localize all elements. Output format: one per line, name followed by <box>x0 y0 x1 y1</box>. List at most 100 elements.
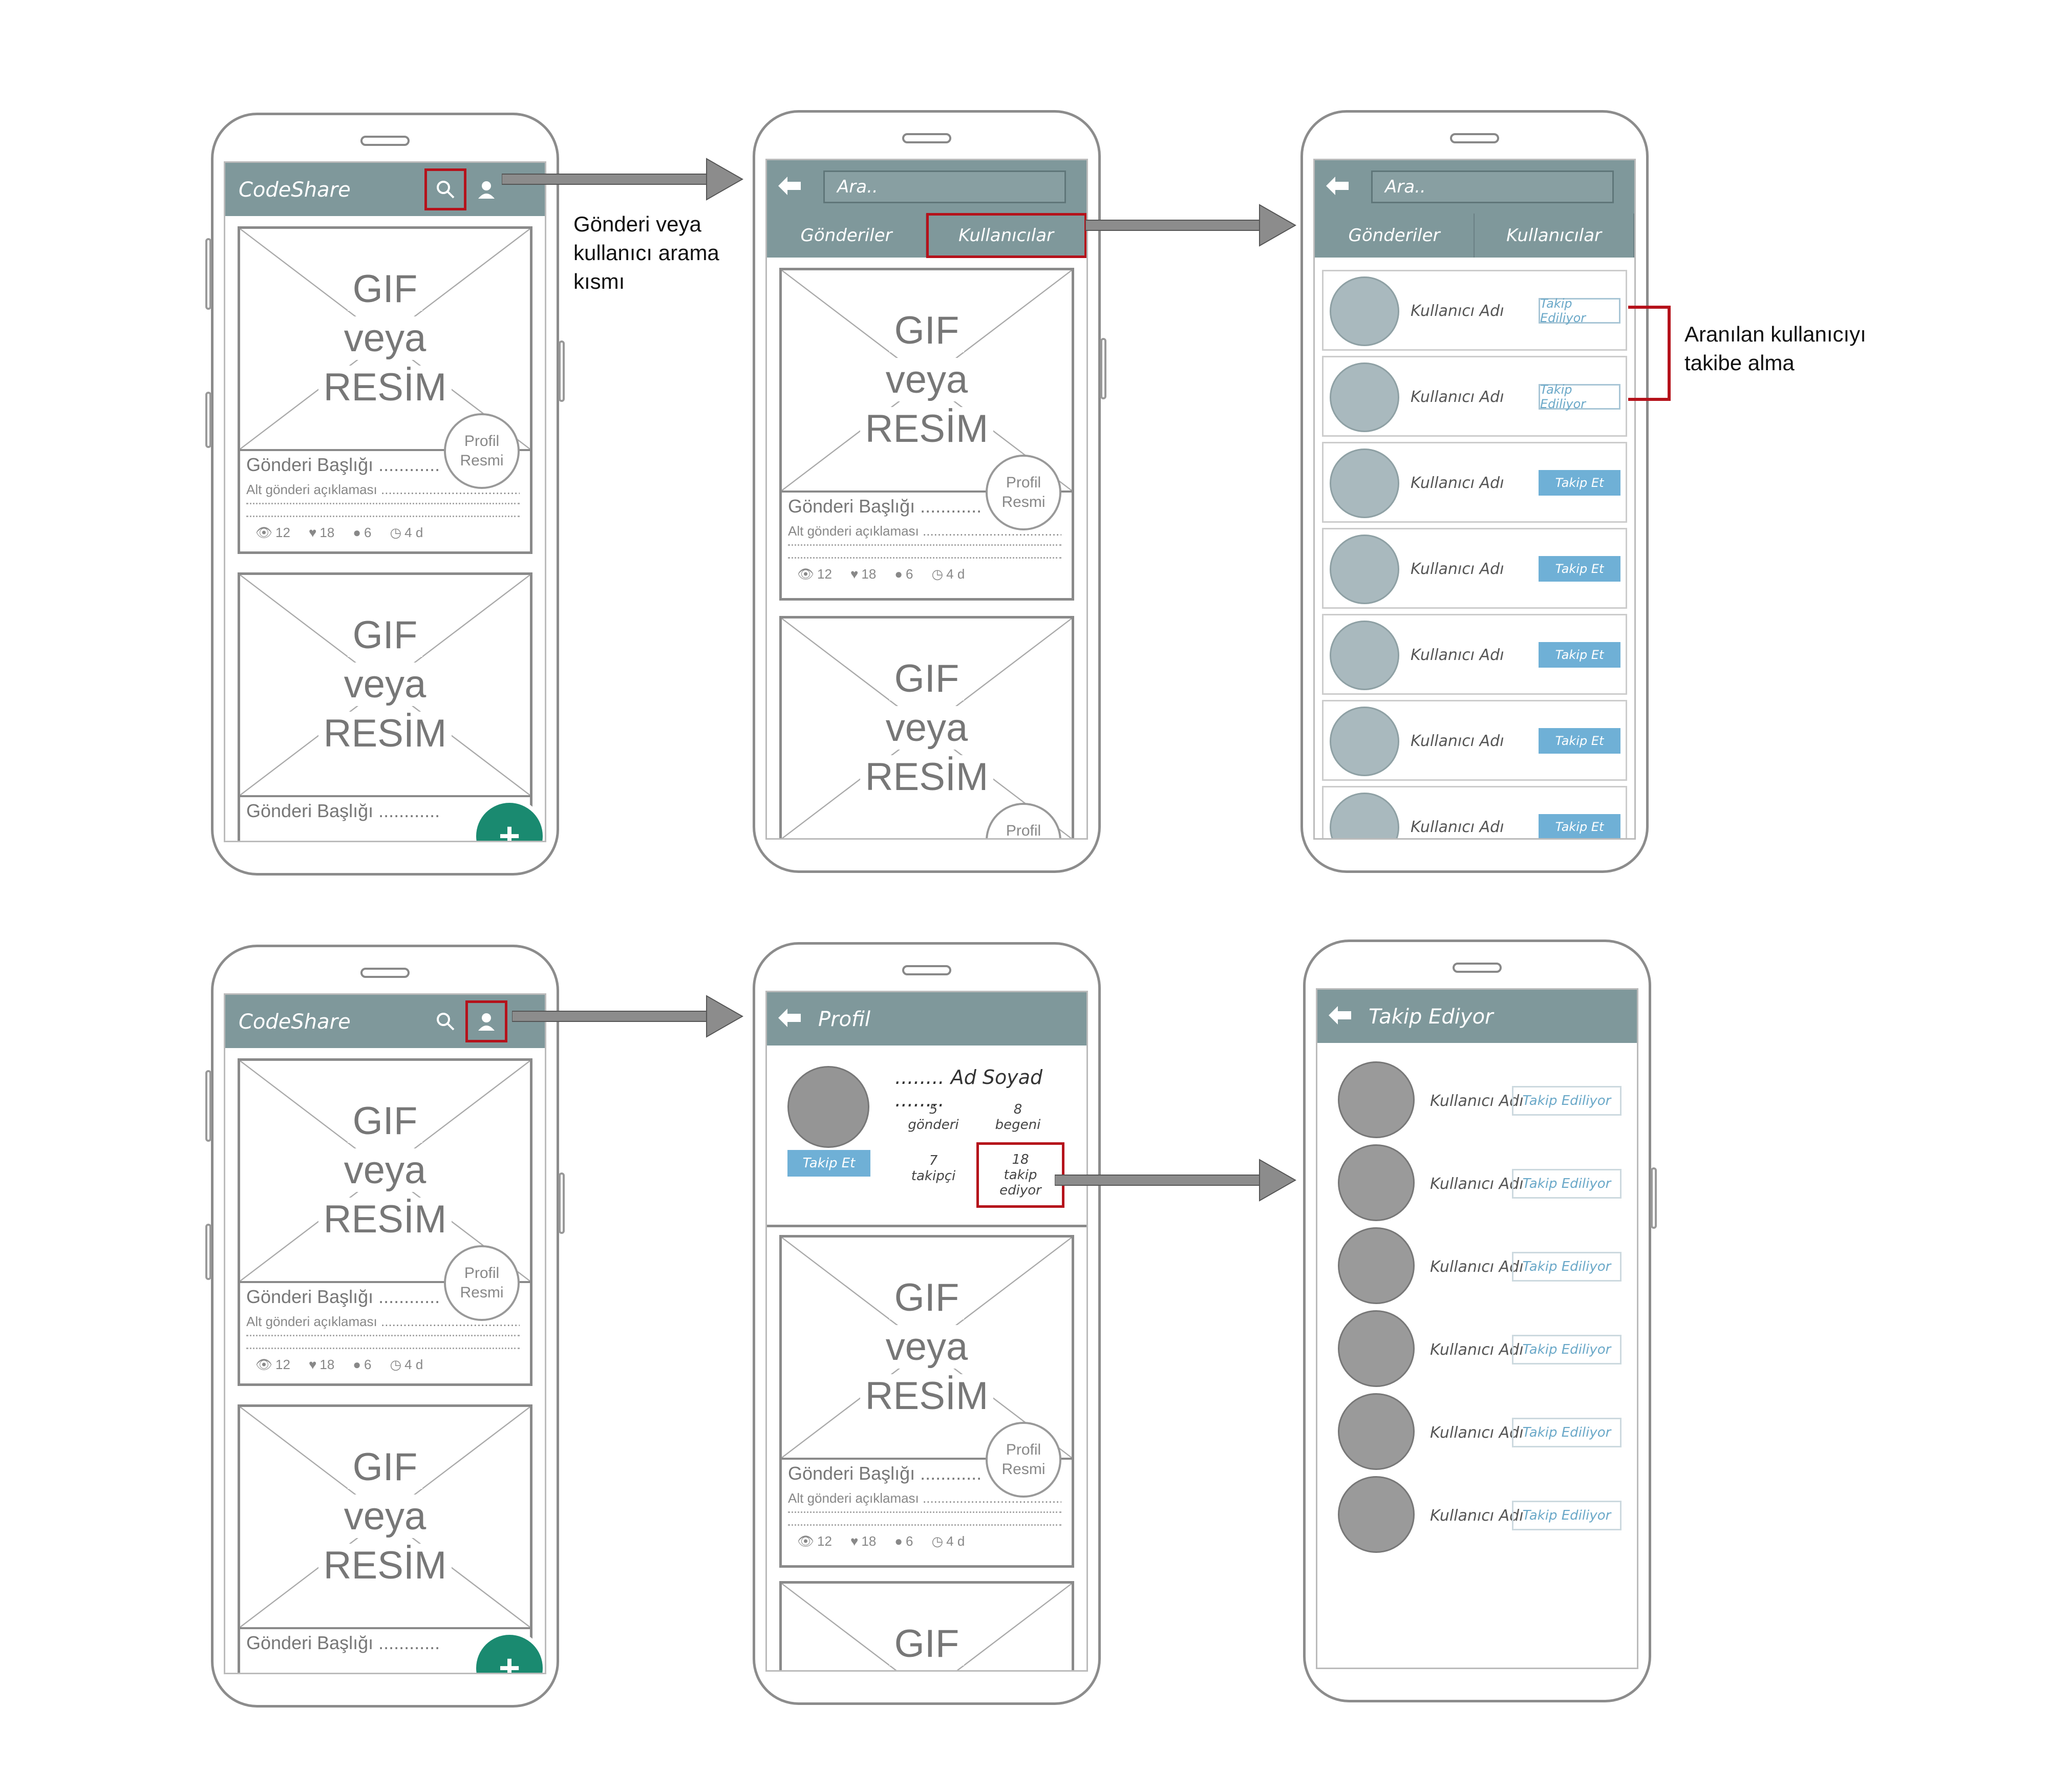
heart-icon[interactable]: ♥ <box>850 566 858 582</box>
screen: Takip Ediyor Kullanıcı Adı Takip Ediliyor… <box>1316 988 1638 1669</box>
post-card[interactable]: GIF veya RESİM Gönderi Başlığı ...........… <box>238 1404 532 1673</box>
phone-speaker <box>1450 133 1499 143</box>
post-title: Gönderi Başlığı ............ <box>246 1286 440 1307</box>
follow-button[interactable]: Takip Et <box>1539 470 1620 496</box>
comment-icon[interactable]: ● <box>353 525 361 541</box>
comment-icon[interactable]: ● <box>894 1533 903 1549</box>
app-bar: CodeShare <box>225 163 545 216</box>
post-card[interactable]: GIF veya RESİM Profil Resmi Gönderi Başlığı… <box>238 1058 532 1386</box>
follow-button[interactable]: Takip Et <box>1539 642 1620 668</box>
following-row[interactable]: Kullanıcı Adı Takip Ediliyor <box>1328 1305 1627 1387</box>
media-label: GIF <box>782 1619 1072 1669</box>
following-row[interactable]: Kullanıcı Adı Takip Ediliyor <box>1328 1471 1627 1553</box>
back-arrow-icon[interactable] <box>1329 1005 1351 1026</box>
profile-button[interactable] <box>465 1000 507 1042</box>
user-row[interactable]: Kullanıcı Adı Takip Et <box>1322 442 1627 523</box>
following-button[interactable]: Takip Ediliyor <box>1512 1086 1622 1116</box>
post-card[interactable]: GIF veya RESİM Gönderi Başlığı ...........… <box>238 572 532 841</box>
tab-posts[interactable]: Gönderiler <box>767 214 927 258</box>
screen: CodeShare GIF veya RESİM Profil Resmi Gönde… <box>224 161 546 842</box>
user-avatar[interactable] <box>1330 621 1399 690</box>
back-arrow-icon[interactable] <box>778 176 801 196</box>
heart-icon[interactable]: ♥ <box>850 1533 858 1549</box>
heart-icon[interactable]: ♥ <box>309 1357 316 1373</box>
user-avatar[interactable] <box>1338 1393 1415 1470</box>
search-button[interactable] <box>424 168 466 210</box>
phone-search-posts: Ara.. Gönderiler Kullanıcılar GIF veya RES… <box>753 110 1106 873</box>
user-avatar[interactable] <box>1330 449 1399 518</box>
following-button[interactable]: Takip Ediliyor <box>1539 382 1620 411</box>
likes-count: 18 <box>319 525 335 540</box>
post-card[interactable]: GIF <box>779 1581 1074 1670</box>
following-button[interactable]: Takip Ediliyor <box>1512 1169 1622 1199</box>
heart-icon[interactable]: ♥ <box>309 525 316 541</box>
post-card[interactable]: GIFveyaRESİM ProfilResmi <box>779 616 1074 838</box>
stat-following[interactable]: 18 takip ediyor <box>976 1142 1064 1208</box>
following-button[interactable]: Takip Ediliyor <box>1512 1252 1622 1282</box>
post-card[interactable]: GIF veya RESİM Profil Resmi Gönderi Başlığı… <box>238 226 532 554</box>
user-avatar[interactable] <box>1338 1310 1415 1387</box>
user-name: Kullanıcı Adı <box>1411 818 1504 836</box>
back-arrow-icon[interactable] <box>1326 176 1349 196</box>
post-card[interactable]: GIF veya RESİM Profil Resmi Gönderi Başlığı… <box>779 1235 1074 1568</box>
following-button[interactable]: Takip Ediliyor <box>1512 1501 1622 1530</box>
user-row[interactable]: Kullanıcı Adı Takip Ediliyor <box>1322 270 1627 351</box>
following-row[interactable]: Kullanıcı Adı Takip Ediliyor <box>1328 1056 1627 1138</box>
flow-arrow <box>512 995 744 1038</box>
post-description: Alt gönderi açıklaması .................… <box>246 1314 520 1336</box>
user-row[interactable]: Kullanıcı Adı Takip Et <box>1322 786 1627 838</box>
follow-button[interactable]: Takip Et <box>1539 556 1620 582</box>
following-button[interactable]: Takip Ediliyor <box>1539 296 1620 325</box>
following-row[interactable]: Kullanıcı Adı Takip Ediliyor <box>1328 1388 1627 1470</box>
user-row[interactable]: Kullanıcı Adı Takip Et <box>1322 700 1627 781</box>
follow-button[interactable]: Takip Et <box>787 1150 870 1177</box>
profile-picture[interactable]: ProfilResmi <box>986 455 1061 530</box>
user-avatar[interactable] <box>1338 1061 1415 1138</box>
user-avatar[interactable] <box>1338 1476 1415 1553</box>
profile-button[interactable] <box>471 174 502 205</box>
user-name: Kullanıcı Adı <box>1430 1175 1524 1193</box>
following-button[interactable]: Takip Ediliyor <box>1512 1418 1622 1447</box>
follow-button[interactable]: Takip Et <box>1539 728 1620 754</box>
stat-followers[interactable]: 7 takipçi <box>905 1153 962 1184</box>
comment-icon[interactable]: ● <box>353 1357 361 1373</box>
search-button[interactable] <box>430 1006 461 1037</box>
profile-picture[interactable]: ProfilResmi <box>986 1422 1061 1498</box>
comment-icon[interactable]: ● <box>894 566 903 582</box>
post-media: GIF veya RESİM <box>240 575 530 797</box>
stat-likes[interactable]: 8 begeni <box>987 1102 1049 1133</box>
search-input[interactable]: Ara.. <box>1371 170 1614 203</box>
search-input[interactable]: Ara.. <box>823 170 1066 203</box>
user-avatar[interactable] <box>1330 276 1399 346</box>
following-button[interactable]: Takip Ediliyor <box>1512 1335 1622 1364</box>
comments-count: 6 <box>906 566 913 582</box>
back-arrow-icon[interactable] <box>778 1008 801 1028</box>
user-avatar[interactable] <box>1330 535 1399 604</box>
views-count: 12 <box>817 1533 832 1549</box>
user-avatar[interactable] <box>1330 707 1399 776</box>
following-row[interactable]: Kullanıcı Adı Takip Ediliyor <box>1328 1139 1627 1221</box>
stat-posts[interactable]: 5 gönderi <box>905 1102 962 1133</box>
profile-picture[interactable]: ProfilResmi <box>444 413 520 489</box>
user-avatar[interactable] <box>1338 1227 1415 1304</box>
profile-avatar[interactable] <box>787 1066 869 1148</box>
phone-side-button <box>205 392 211 448</box>
user-avatar[interactable] <box>1330 793 1399 838</box>
user-row[interactable]: Kullanıcı Adı Takip Ediliyor <box>1322 356 1627 437</box>
profile-picture[interactable]: ProfilResmi <box>444 1245 520 1321</box>
user-avatar[interactable] <box>1330 362 1399 432</box>
following-row[interactable]: Kullanıcı Adı Takip Ediliyor <box>1328 1222 1627 1304</box>
screen-title: Takip Ediyor <box>1369 1005 1494 1029</box>
user-row[interactable]: Kullanıcı Adı Takip Et <box>1322 614 1627 695</box>
user-avatar[interactable] <box>1338 1144 1415 1221</box>
phone-side-button <box>1651 1167 1657 1229</box>
search-icon <box>437 181 455 199</box>
post-card[interactable]: GIF veya RESİM Profil Resmi Gönderi Başlığı… <box>779 268 1074 601</box>
tab-posts[interactable]: Gönderiler <box>1315 214 1475 258</box>
tab-users[interactable]: Kullanıcılar <box>926 213 1086 258</box>
user-name: Kullanıcı Adı <box>1411 474 1504 492</box>
clock-icon: ◷ <box>931 566 944 582</box>
follow-button[interactable]: Takip Et <box>1539 814 1620 838</box>
tab-users[interactable]: Kullanıcılar <box>1475 214 1634 258</box>
user-row[interactable]: Kullanıcı Adı Takip Et <box>1322 528 1627 609</box>
